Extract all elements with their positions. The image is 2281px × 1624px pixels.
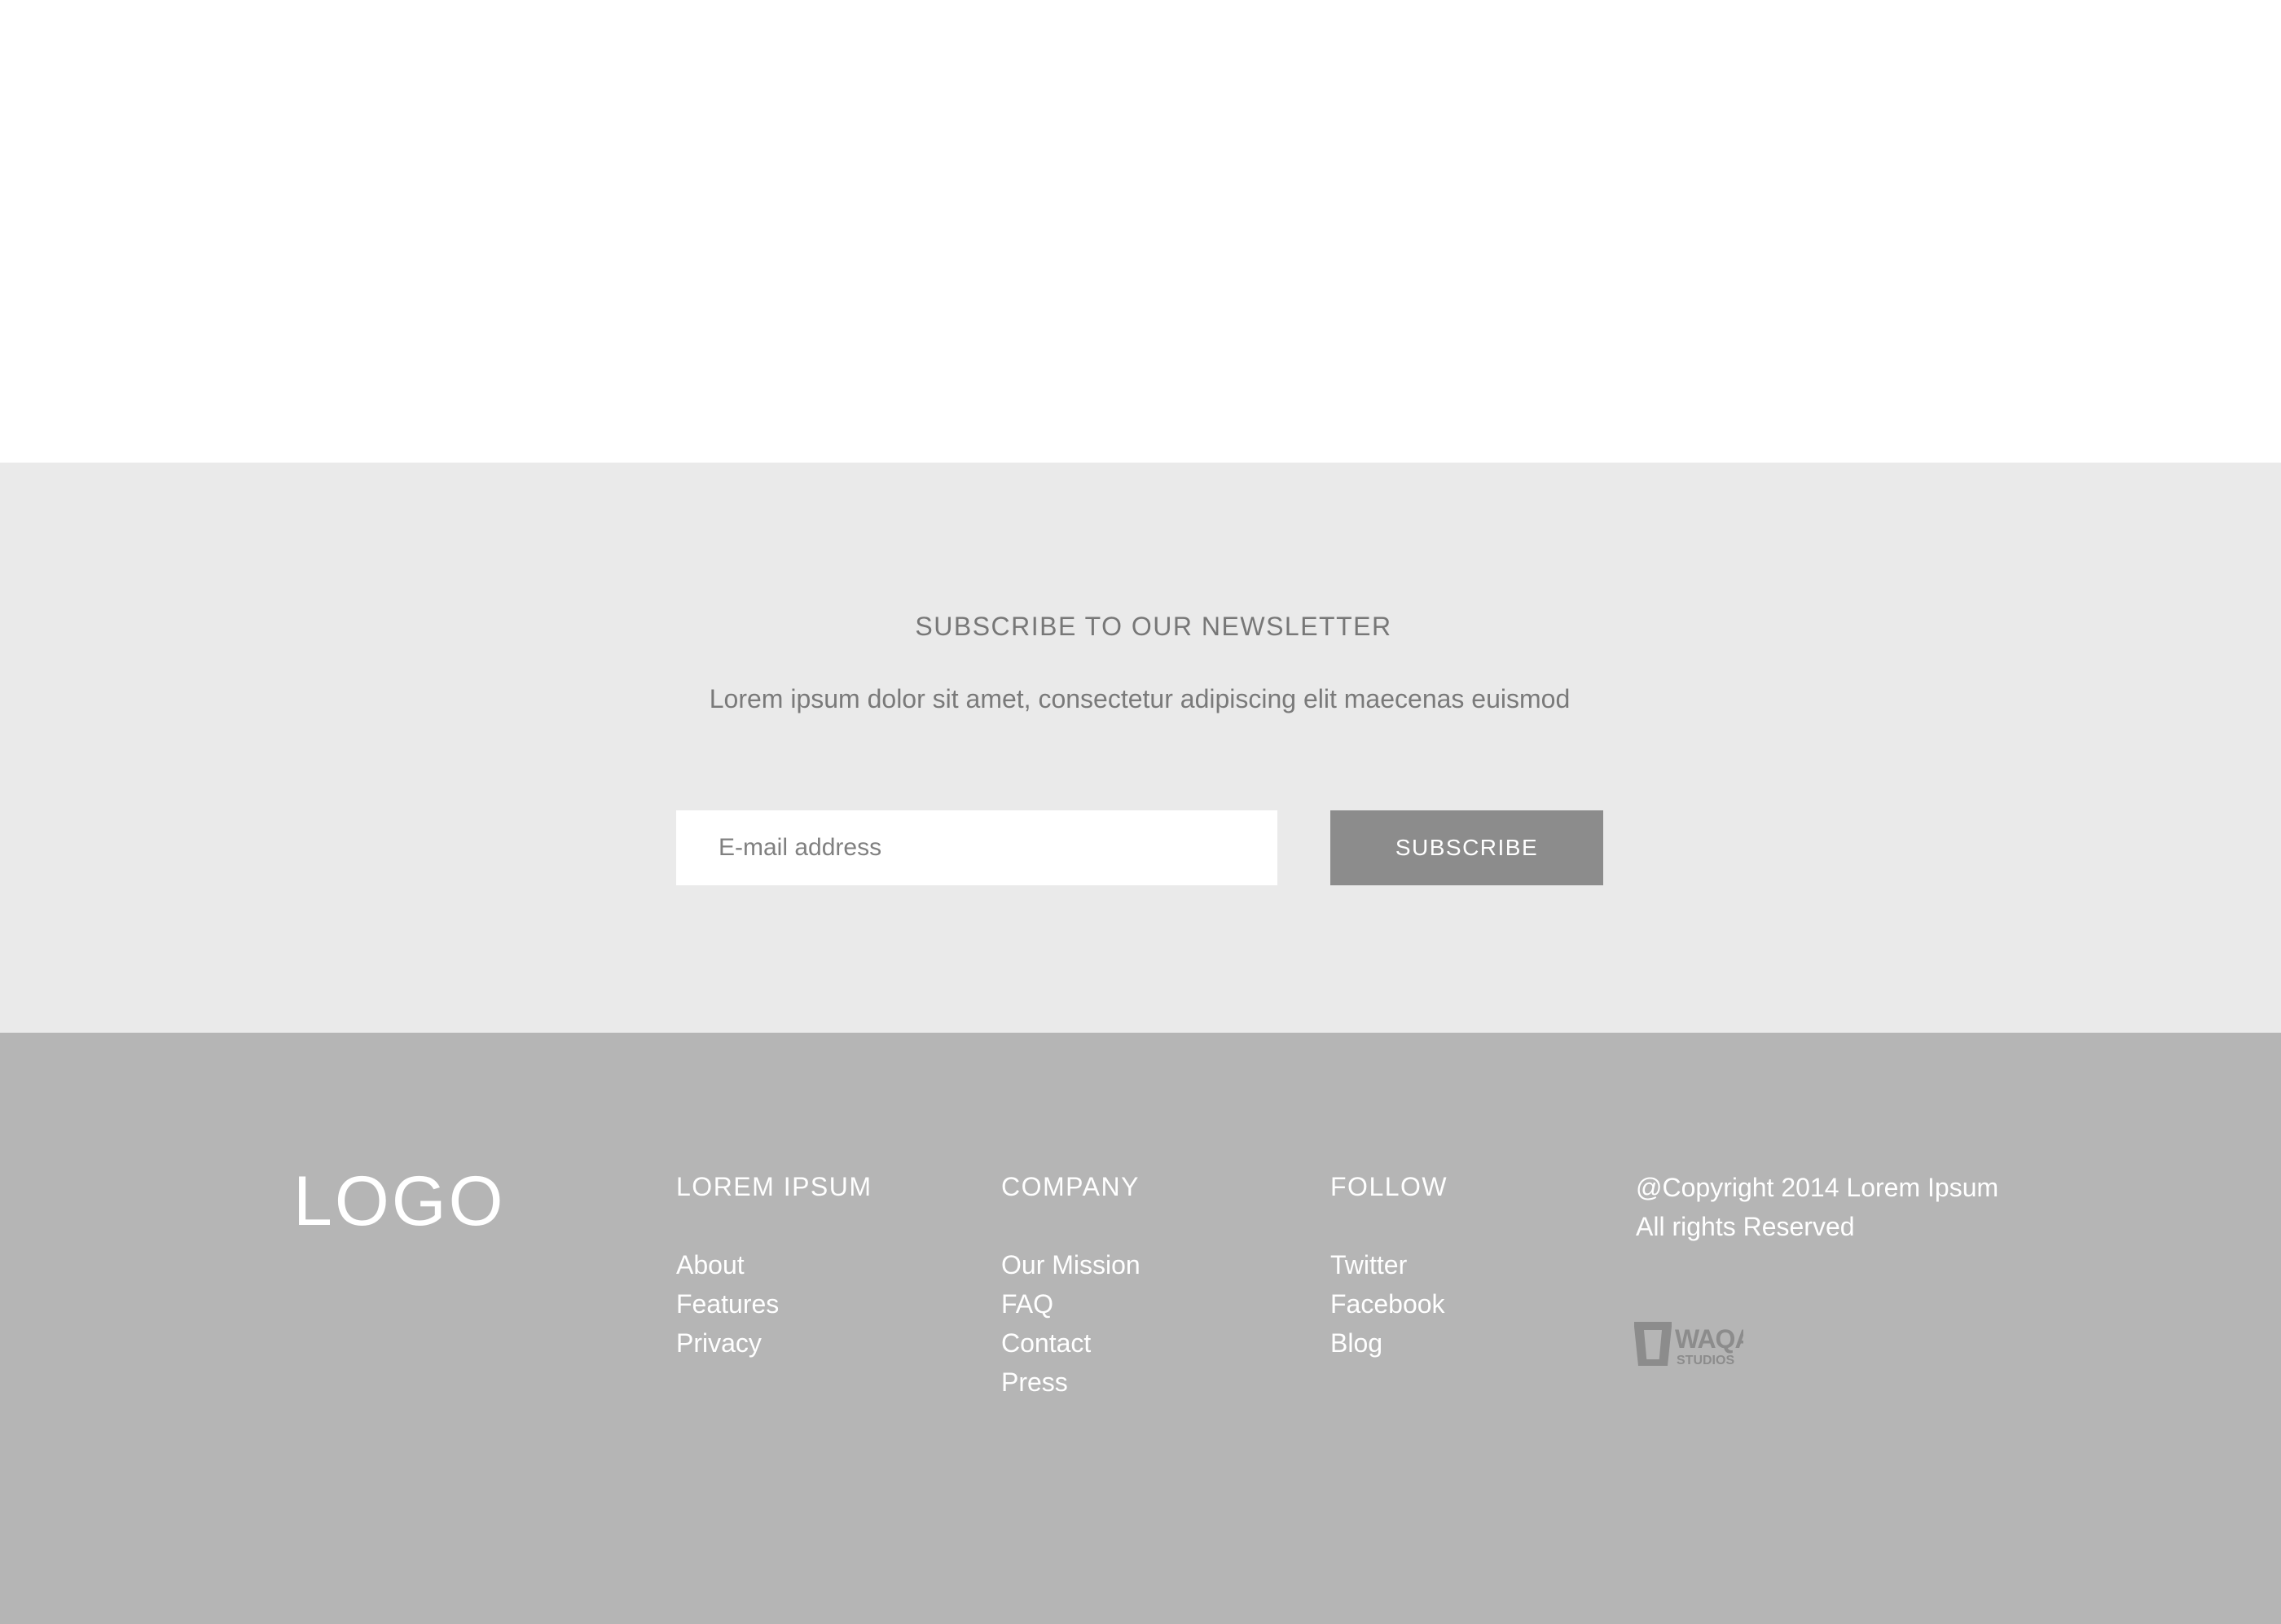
email-input[interactable] bbox=[676, 810, 1277, 885]
copyright-line: @Copyright 2014 Lorem Ipsum bbox=[1636, 1173, 1999, 1202]
footer-link-features[interactable]: Features bbox=[676, 1284, 872, 1323]
footer-link-twitter[interactable]: Twitter bbox=[1330, 1245, 1448, 1284]
footer: LOGO LOREM IPSUM About Features Privacy … bbox=[0, 1033, 2281, 1624]
footer-link-blog[interactable]: Blog bbox=[1330, 1323, 1448, 1363]
studio-logo-text-top: WAQA bbox=[1675, 1324, 1743, 1354]
waqa-studios-logo-icon[interactable]: WAQA STUDIOS bbox=[1629, 1319, 1743, 1367]
footer-link-faq[interactable]: FAQ bbox=[1001, 1284, 1140, 1323]
subscribe-button[interactable]: SUBSCRIBE bbox=[1330, 810, 1603, 885]
rights-line: All rights Reserved bbox=[1636, 1212, 1855, 1241]
footer-link-press[interactable]: Press bbox=[1001, 1363, 1140, 1402]
footer-logo[interactable]: LOGO bbox=[293, 1161, 506, 1242]
footer-column-heading: FOLLOW bbox=[1330, 1172, 1448, 1201]
newsletter-description: Lorem ipsum dolor sit amet, consectetur … bbox=[709, 684, 1571, 713]
footer-column-heading: COMPANY bbox=[1001, 1172, 1140, 1201]
footer-link-list: Twitter Facebook Blog bbox=[1330, 1245, 1448, 1363]
footer-link-contact[interactable]: Contact bbox=[1001, 1323, 1140, 1363]
footer-link-facebook[interactable]: Facebook bbox=[1330, 1284, 1448, 1323]
newsletter-section: SUBSCRIBE TO OUR NEWSLETTER Lorem ipsum … bbox=[0, 463, 2281, 1033]
footer-link-list: About Features Privacy bbox=[676, 1245, 872, 1363]
footer-column-heading: LOREM IPSUM bbox=[676, 1172, 872, 1201]
footer-column-company: COMPANY Our Mission FAQ Contact Press bbox=[1001, 1169, 1140, 1402]
footer-link-list: Our Mission FAQ Contact Press bbox=[1001, 1245, 1140, 1402]
footer-link-privacy[interactable]: Privacy bbox=[676, 1323, 872, 1363]
footer-link-about[interactable]: About bbox=[676, 1245, 872, 1284]
newsletter-heading: SUBSCRIBE TO OUR NEWSLETTER bbox=[915, 612, 1392, 641]
copyright-notice: @Copyright 2014 Lorem Ipsum All rights R… bbox=[1636, 1168, 1998, 1246]
studio-logo-text-bottom: STUDIOS bbox=[1677, 1354, 1734, 1367]
footer-column-follow: FOLLOW Twitter Facebook Blog bbox=[1330, 1169, 1448, 1363]
footer-column-lorem-ipsum: LOREM IPSUM About Features Privacy bbox=[676, 1169, 872, 1363]
content-area bbox=[0, 0, 2281, 463]
footer-link-our-mission[interactable]: Our Mission bbox=[1001, 1245, 1140, 1284]
